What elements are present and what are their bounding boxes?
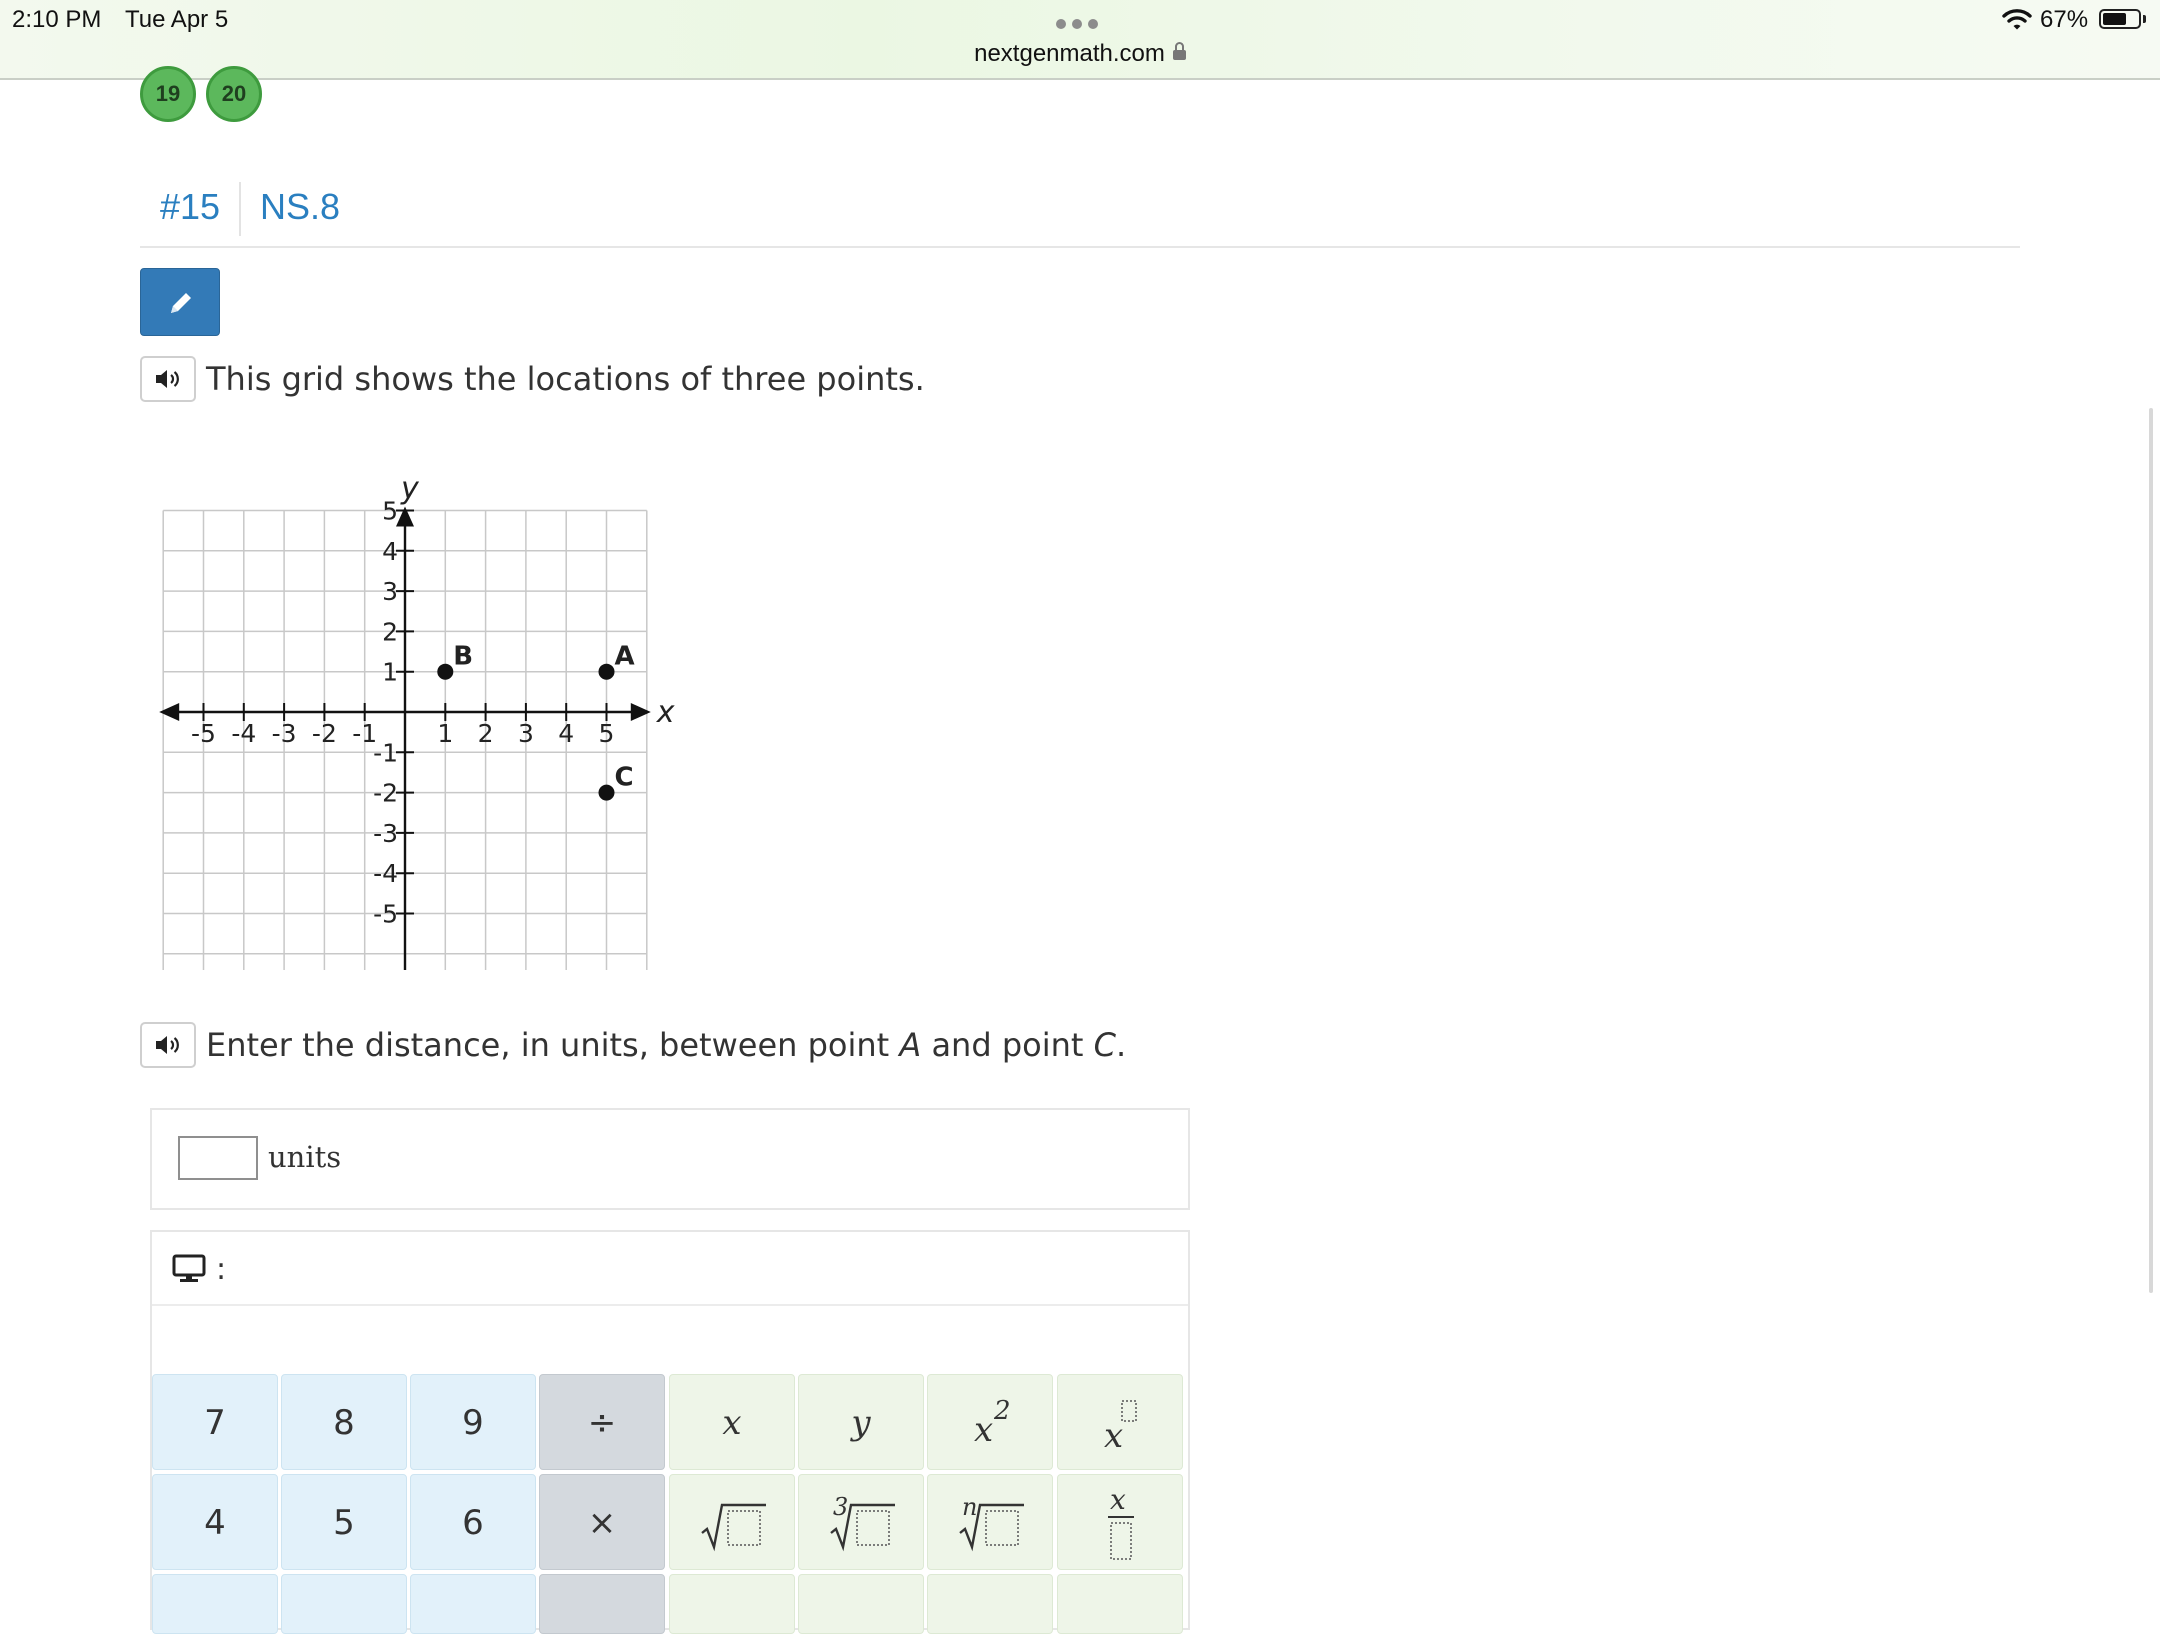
key-x-power[interactable]: x — [1057, 1374, 1183, 1470]
point-c — [598, 784, 615, 801]
key-row3-7[interactable] — [927, 1574, 1053, 1634]
page-20-button[interactable]: 20 — [206, 66, 262, 122]
x-axis-arrow-left — [159, 703, 180, 721]
header-divider — [239, 182, 241, 236]
key-nth-root[interactable]: n — [927, 1474, 1053, 1570]
key-8[interactable]: 8 — [281, 1374, 407, 1470]
more-options-icon[interactable] — [1056, 19, 1098, 29]
x-axis-arrow-right — [630, 703, 651, 721]
speaker-icon — [156, 1036, 179, 1054]
address-bar[interactable]: nextgenmath.com — [0, 40, 2160, 68]
key-row3-8[interactable] — [1057, 1574, 1183, 1634]
key-row3-1[interactable] — [152, 1574, 278, 1634]
header-rule — [140, 246, 2020, 248]
point-label-b: B — [453, 642, 473, 672]
key-9[interactable]: 9 — [410, 1374, 536, 1470]
point-b — [437, 663, 454, 680]
x-axis-label: x — [656, 695, 675, 730]
edit-button[interactable] — [140, 268, 220, 336]
question-instruction: Enter the distance, in units, between po… — [206, 1026, 1126, 1064]
coordinate-grid: x y -5 -4 -3 -2 -1 1 2 3 4 554321-1-2-3-4-5 ABC — [159, 472, 675, 970]
y-tick-label: -2 — [373, 779, 398, 808]
speaker-icon — [156, 370, 179, 388]
x-tick-label: -2 — [312, 719, 337, 748]
key-row3-4[interactable] — [539, 1574, 665, 1634]
y-tick-label: -5 — [373, 900, 398, 929]
keypad-header-colon: : — [216, 1252, 227, 1287]
browser-status-bar: 2:10 PM Tue Apr 5 nextgenmath.com 67% — [0, 0, 2160, 80]
key-4[interactable]: 4 — [152, 1474, 278, 1570]
key-6[interactable]: 6 — [410, 1474, 536, 1570]
nth-root-index: n — [962, 1493, 977, 1521]
url-text: nextgenmath.com — [974, 40, 1165, 67]
key-row3-5[interactable] — [669, 1574, 795, 1634]
instruction-text: . — [1115, 1026, 1127, 1064]
answer-unit-label: units — [268, 1140, 342, 1174]
instruction-text: Enter the distance, in units, between po… — [206, 1026, 900, 1064]
x-tick-label: 3 — [518, 719, 534, 748]
status-date: Tue Apr 5 — [125, 6, 229, 33]
y-tick-label: 1 — [382, 658, 398, 687]
x-tick-label: 1 — [437, 719, 453, 748]
page-scrollbar[interactable] — [2149, 408, 2153, 1293]
read-aloud-button-2[interactable] — [140, 1022, 196, 1068]
page-19-button[interactable]: 19 — [140, 66, 196, 122]
answer-input[interactable] — [178, 1136, 258, 1180]
battery-tip — [2143, 15, 2146, 23]
monitor-icon[interactable] — [172, 1254, 206, 1284]
key-fraction[interactable]: x — [1057, 1474, 1183, 1570]
lock-icon — [1172, 42, 1186, 60]
key-row3-2[interactable] — [281, 1574, 407, 1634]
wifi-icon — [2002, 9, 2032, 30]
pencil-icon — [171, 293, 191, 313]
fraction-numerator: x — [1110, 1483, 1126, 1516]
key-7[interactable]: 7 — [152, 1374, 278, 1470]
y-tick-label: -4 — [373, 859, 398, 888]
y-tick-label: -3 — [373, 819, 398, 848]
question-number: #15 — [160, 186, 221, 227]
y-tick-label: 4 — [382, 537, 398, 566]
point-a — [598, 663, 615, 680]
keypad-header: : — [152, 1232, 1188, 1306]
key-row3-3[interactable] — [410, 1574, 536, 1634]
x-tick-label: 2 — [478, 719, 494, 748]
power-base-text: x — [974, 1410, 993, 1450]
power-base-text: x — [1104, 1416, 1123, 1456]
x-tick-label: -3 — [272, 719, 297, 748]
point-label-c: C — [615, 763, 634, 793]
x-tick-label: 5 — [599, 719, 615, 748]
battery-fill — [2103, 13, 2126, 25]
key-x[interactable]: x — [669, 1374, 795, 1470]
answer-panel: units — [150, 1108, 1190, 1210]
question-standard-link[interactable]: NS.8 — [260, 186, 340, 228]
y-tick-label: 3 — [382, 577, 398, 606]
read-aloud-button[interactable] — [140, 356, 196, 402]
x-tick-label: 4 — [558, 719, 574, 748]
y-tick-label: -1 — [373, 738, 398, 767]
key-row3-6[interactable] — [798, 1574, 924, 1634]
x-tick-label: -5 — [191, 719, 216, 748]
key-divide[interactable]: ÷ — [539, 1374, 665, 1470]
y-tick-label: 2 — [382, 617, 398, 646]
y-tick-label: 5 — [382, 497, 398, 526]
battery-icon — [2099, 9, 2141, 29]
key-cube-root[interactable]: 3 — [798, 1474, 924, 1570]
key-x-squared[interactable]: x 2 — [927, 1374, 1053, 1470]
point-a-italic: A — [899, 1026, 922, 1064]
cube-root-index: 3 — [833, 1493, 848, 1521]
point-label-a: A — [615, 642, 635, 672]
status-time: 2:10 PM — [12, 6, 102, 33]
power-exponent-text: 2 — [993, 1396, 1011, 1426]
instruction-text: and point — [921, 1026, 1094, 1064]
x-tick-label: -4 — [231, 719, 256, 748]
key-5[interactable]: 5 — [281, 1474, 407, 1570]
point-c-italic: C — [1093, 1026, 1116, 1064]
question-prompt: This grid shows the locations of three p… — [206, 360, 925, 398]
key-square-root[interactable] — [669, 1474, 795, 1570]
key-y[interactable]: y — [798, 1374, 924, 1470]
battery-percent: 67% — [2040, 6, 2089, 33]
y-axis-label: y — [400, 472, 420, 507]
key-multiply[interactable]: × — [539, 1474, 665, 1570]
